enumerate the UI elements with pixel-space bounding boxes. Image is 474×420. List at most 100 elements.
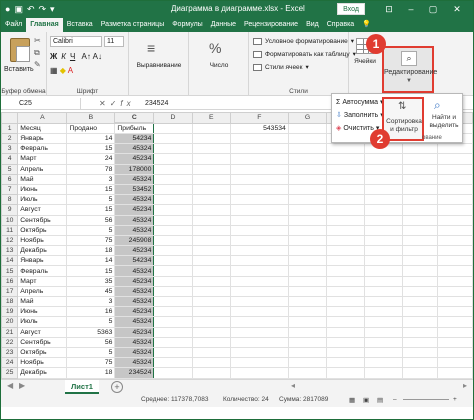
cell[interactable]	[191, 153, 231, 165]
cell[interactable]	[229, 194, 289, 206]
cell[interactable]	[326, 224, 366, 236]
cell[interactable]	[364, 224, 404, 236]
cell[interactable]: Июль	[17, 194, 68, 206]
cell[interactable]	[191, 367, 231, 379]
cell[interactable]	[287, 153, 328, 165]
cell[interactable]	[191, 275, 231, 287]
cell[interactable]	[436, 163, 473, 175]
cell[interactable]	[402, 245, 438, 257]
cell[interactable]: Ноябрь	[17, 357, 68, 369]
paste-icon[interactable]	[10, 38, 30, 62]
cell[interactable]	[287, 173, 328, 185]
cell[interactable]	[402, 163, 438, 175]
cell[interactable]	[191, 336, 231, 348]
column-header[interactable]: F	[229, 112, 289, 124]
cell[interactable]	[287, 234, 328, 247]
select-all-corner[interactable]	[1, 112, 19, 124]
prev-sheet-icon[interactable]: ◀	[7, 381, 13, 390]
cell[interactable]	[326, 346, 366, 359]
cell[interactable]	[229, 295, 289, 308]
cell[interactable]	[229, 163, 289, 175]
cell[interactable]: Апрель	[17, 285, 68, 298]
cell[interactable]: 45324	[114, 224, 155, 236]
cell[interactable]	[229, 234, 289, 247]
cell[interactable]	[402, 367, 438, 379]
cell[interactable]: 45234	[114, 326, 155, 338]
row-header[interactable]: 9	[1, 204, 19, 216]
name-box[interactable]: C25	[19, 98, 81, 109]
cell[interactable]	[326, 285, 366, 298]
cell[interactable]: 45234	[114, 153, 155, 165]
cell[interactable]	[436, 183, 473, 196]
cell[interactable]: 14	[66, 255, 116, 267]
cell[interactable]	[191, 194, 231, 206]
tab-data[interactable]: Данные	[207, 18, 240, 32]
cell[interactable]: Август	[17, 326, 68, 338]
cell[interactable]: Январь	[17, 132, 68, 145]
cell[interactable]: 56	[66, 336, 116, 348]
cell[interactable]	[287, 122, 328, 134]
cell[interactable]	[287, 214, 328, 226]
cell[interactable]	[364, 194, 404, 206]
cell[interactable]	[153, 163, 193, 175]
cell[interactable]: 5	[66, 224, 116, 236]
cell[interactable]: 18	[66, 245, 116, 257]
cell[interactable]: Февраль	[17, 265, 68, 277]
font-grow-icon[interactable]: A↑	[82, 52, 91, 61]
cell[interactable]	[364, 275, 404, 287]
zoom-in-icon[interactable]: +	[453, 396, 457, 403]
cell[interactable]	[326, 295, 366, 308]
cell[interactable]	[402, 224, 438, 236]
cell[interactable]	[229, 132, 289, 145]
cell[interactable]	[287, 183, 328, 196]
cell[interactable]	[153, 295, 193, 308]
cell[interactable]: 3	[66, 173, 116, 185]
tab-view[interactable]: Вид	[302, 18, 323, 32]
cell[interactable]	[326, 316, 366, 328]
cell[interactable]	[287, 275, 328, 287]
align-icon[interactable]: ≡	[147, 40, 155, 56]
cell[interactable]	[436, 306, 473, 318]
paste-button[interactable]: Вставить	[4, 66, 34, 73]
cell[interactable]	[436, 285, 473, 298]
row-header[interactable]: 13	[1, 245, 19, 257]
add-sheet-button[interactable]: +	[111, 381, 123, 393]
row-header[interactable]: 12	[1, 234, 19, 247]
tab-help[interactable]: Справка	[323, 18, 358, 32]
cell[interactable]	[326, 265, 366, 277]
borders-icon[interactable]: ▦	[50, 66, 58, 75]
cell[interactable]	[191, 122, 231, 134]
cell[interactable]	[364, 234, 404, 247]
lightbulb-icon[interactable]: 💡	[358, 18, 375, 32]
cell[interactable]	[191, 265, 231, 277]
cut-icon[interactable]: ✂	[34, 36, 41, 45]
row-header[interactable]: 18	[1, 295, 19, 308]
cell[interactable]	[364, 285, 404, 298]
cell[interactable]: Апрель	[17, 163, 68, 175]
cell[interactable]	[153, 234, 193, 247]
column-header[interactable]: D	[153, 112, 193, 124]
cell[interactable]	[326, 367, 366, 379]
cell[interactable]	[436, 316, 473, 328]
cell[interactable]	[436, 336, 473, 348]
cell[interactable]	[153, 153, 193, 165]
cell[interactable]	[402, 285, 438, 298]
cell[interactable]	[153, 367, 193, 379]
cell[interactable]	[153, 224, 193, 236]
cell[interactable]: 45324	[114, 143, 155, 155]
row-header[interactable]: 25	[1, 367, 19, 379]
column-header[interactable]: C	[114, 112, 155, 124]
row-header[interactable]: 20	[1, 316, 19, 328]
cell[interactable]	[436, 245, 473, 257]
cell[interactable]	[364, 265, 404, 277]
cell[interactable]: 45234	[114, 275, 155, 287]
cell[interactable]	[153, 132, 193, 145]
cell[interactable]	[402, 346, 438, 359]
redo-icon[interactable]: ↷	[39, 5, 47, 14]
minimize-icon[interactable]: –	[401, 1, 421, 18]
cell[interactable]	[287, 285, 328, 298]
font-name-select[interactable]: Calibri	[50, 36, 102, 47]
cell[interactable]	[287, 306, 328, 318]
cell[interactable]	[326, 173, 366, 185]
cell[interactable]	[287, 194, 328, 206]
